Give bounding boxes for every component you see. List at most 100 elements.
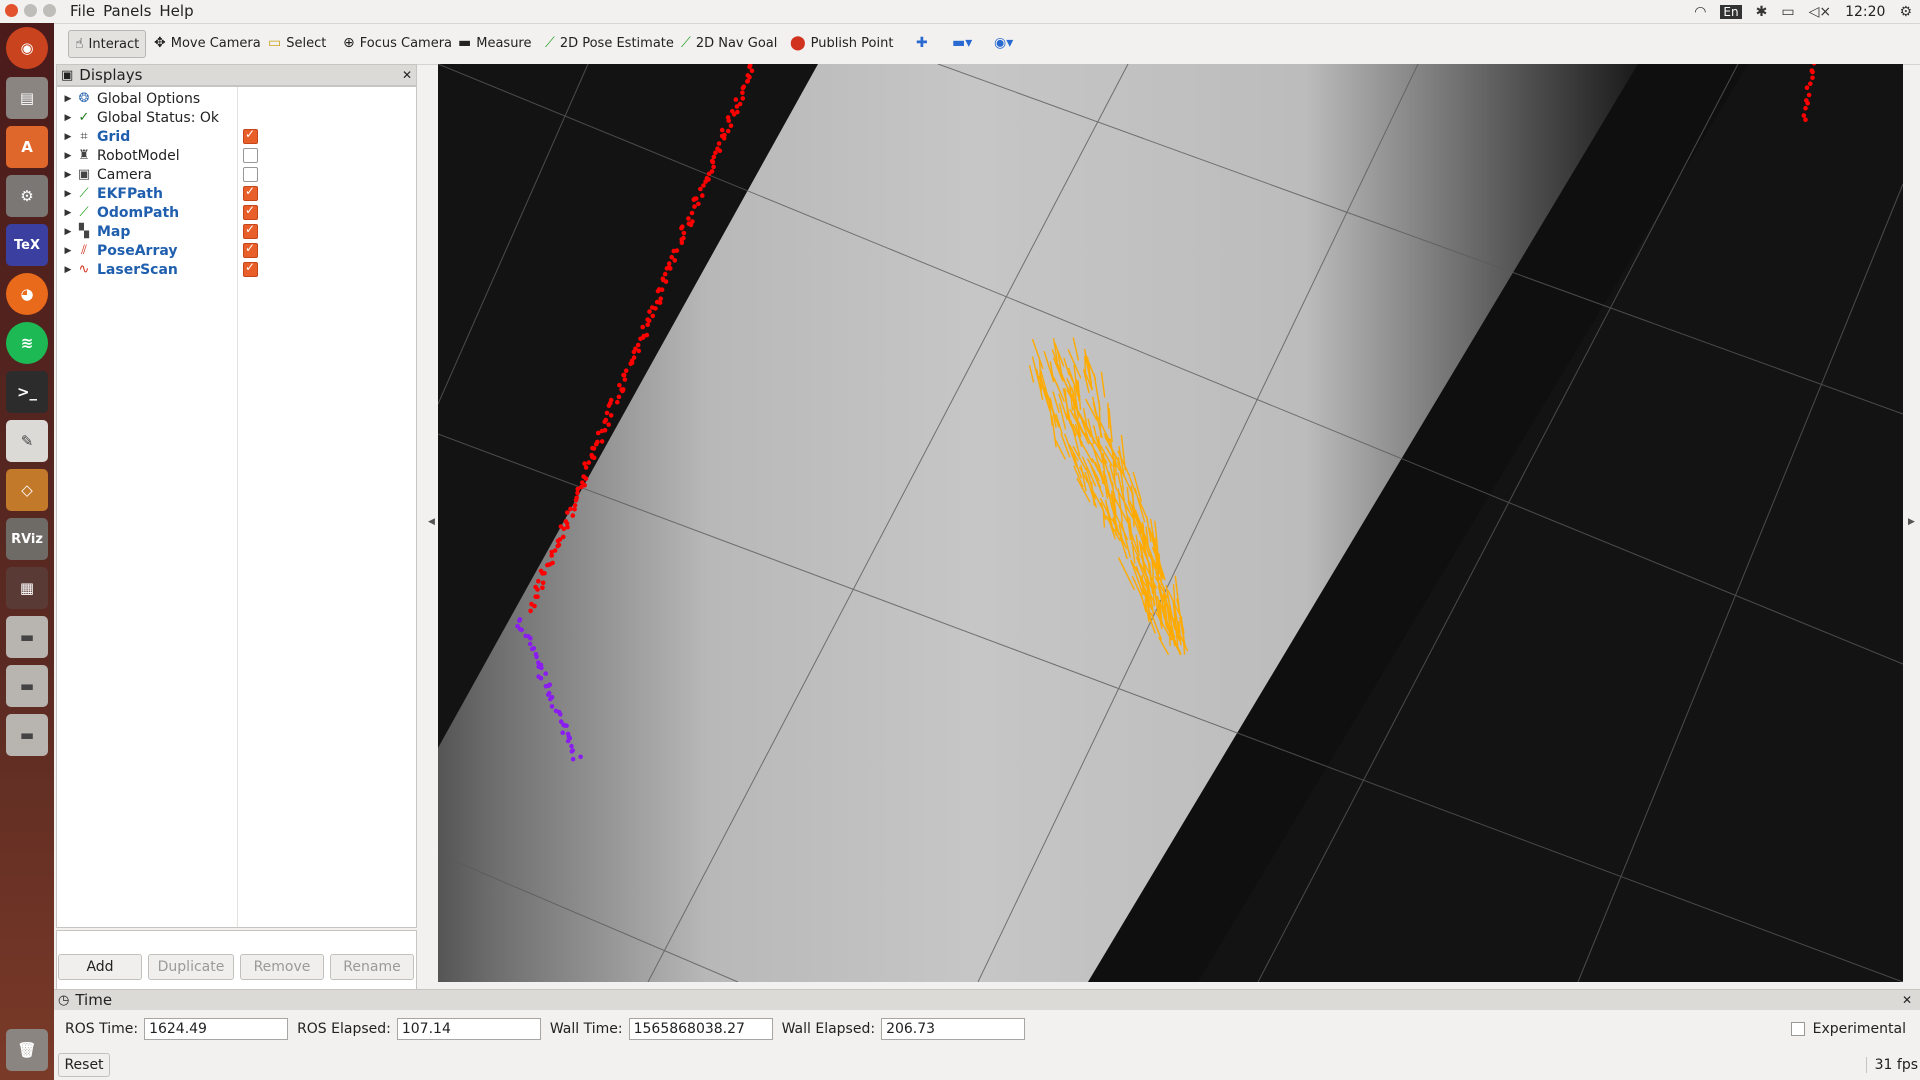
- display-item-odompath[interactable]: ▶ ⟋ OdomPath: [57, 203, 415, 222]
- select-tool-button[interactable]: ▭ Select: [262, 30, 332, 56]
- collapse-left-panel-handle[interactable]: ◀: [428, 517, 435, 527]
- display-item-global-status[interactable]: ▶ ✓ Global Status: Ok: [57, 108, 415, 127]
- laser-point: [543, 683, 549, 689]
- spotify-icon[interactable]: ≋: [6, 322, 48, 364]
- terminal-icon[interactable]: >_: [6, 371, 48, 413]
- nav-goal-tool-button[interactable]: ⟋ 2D Nav Goal: [675, 30, 783, 56]
- close-panel-icon[interactable]: ✕: [402, 68, 412, 82]
- collapse-right-panel-handle[interactable]: ▶: [1908, 517, 1915, 527]
- map-visualization[interactable]: [438, 64, 1903, 982]
- laser-point: [565, 738, 571, 744]
- hand-icon: ☝: [75, 36, 84, 52]
- expand-arrow-icon[interactable]: ▶: [61, 208, 75, 218]
- view-options-button[interactable]: ◉▾: [988, 30, 1019, 56]
- bluetooth-icon[interactable]: ✱: [1756, 4, 1768, 20]
- firefox-icon[interactable]: ◕: [6, 273, 48, 315]
- expand-arrow-icon[interactable]: ▶: [61, 189, 75, 199]
- expand-arrow-icon[interactable]: ▶: [61, 227, 75, 237]
- texmaker-icon[interactable]: TeX: [6, 224, 48, 266]
- expand-arrow-icon[interactable]: ▶: [61, 170, 75, 180]
- expand-arrow-icon[interactable]: ▶: [61, 265, 75, 275]
- expand-arrow-icon[interactable]: ▶: [61, 246, 75, 256]
- duplicate-button[interactable]: Duplicate: [148, 954, 234, 980]
- menu-panels[interactable]: Panels: [103, 0, 159, 23]
- interact-tool-button[interactable]: ☝ Interact: [68, 30, 147, 58]
- 3d-render-view[interactable]: [438, 64, 1903, 982]
- drive-icon-2[interactable]: ▬: [6, 665, 48, 707]
- text-editor-icon[interactable]: ✎: [6, 420, 48, 462]
- display-item-ekfpath[interactable]: ▶ ⟋ EKFPath: [57, 184, 415, 203]
- remove-button[interactable]: Remove: [240, 954, 324, 980]
- select-label: Select: [286, 35, 327, 51]
- grid-checkbox[interactable]: [243, 127, 258, 144]
- laser-point: [700, 193, 705, 198]
- measure-label: Measure: [476, 35, 532, 51]
- ruler-icon: ▬: [458, 35, 472, 51]
- displays-panel-header: ▣ Displays ✕: [56, 64, 417, 86]
- focus-camera-tool-button[interactable]: ⊕ Focus Camera: [337, 30, 458, 56]
- display-item-posearray[interactable]: ▶ ⫽ PoseArray: [57, 241, 415, 260]
- posearray-checkbox[interactable]: [243, 241, 258, 258]
- ubuntu-dash-icon[interactable]: ◉: [6, 27, 48, 69]
- menu-file[interactable]: File: [70, 0, 103, 23]
- expand-arrow-icon[interactable]: ▶: [61, 113, 75, 123]
- laser-point: [658, 296, 663, 301]
- ros-time-field[interactable]: 1624.49: [144, 1018, 289, 1040]
- settings-icon[interactable]: ⚙: [6, 175, 48, 217]
- pose-estimate-tool-button[interactable]: ⟋ 2D Pose Estimate: [539, 30, 680, 56]
- ros-elapsed-field[interactable]: 107.14: [396, 1018, 541, 1040]
- laserscan-checkbox[interactable]: [243, 260, 258, 277]
- laser-point: [558, 712, 563, 717]
- laser-point: [517, 617, 523, 622]
- battery-icon[interactable]: ▭: [1781, 4, 1794, 20]
- measure-tool-button[interactable]: ▬ Measure: [452, 30, 537, 56]
- wall-time-field[interactable]: 1565868038.27: [628, 1018, 773, 1040]
- move-camera-tool-button[interactable]: ✥ Move Camera: [148, 30, 267, 56]
- wall-elapsed-field[interactable]: 206.73: [881, 1018, 1026, 1040]
- display-item-grid[interactable]: ▶ ⌗ Grid: [57, 127, 415, 146]
- menu-help[interactable]: Help: [159, 0, 201, 23]
- laser-point: [1803, 117, 1808, 122]
- rviz-icon[interactable]: RViz: [6, 518, 48, 560]
- maximize-window-icon[interactable]: [43, 4, 56, 17]
- minimize-window-icon[interactable]: [24, 4, 37, 17]
- wifi-icon[interactable]: ◠: [1694, 4, 1706, 20]
- display-item-global-options[interactable]: ▶ ❂ Global Options: [57, 89, 415, 108]
- camera-checkbox[interactable]: [243, 167, 258, 182]
- drive-icon-3[interactable]: ▬: [6, 714, 48, 756]
- laser-point: [1810, 69, 1815, 75]
- map-checkbox[interactable]: [243, 222, 258, 239]
- robotmodel-checkbox[interactable]: [243, 148, 258, 163]
- expand-arrow-icon[interactable]: ▶: [61, 94, 75, 104]
- ekfpath-checkbox[interactable]: [243, 184, 258, 201]
- display-item-camera[interactable]: ▶ ▣ Camera: [57, 165, 415, 184]
- expand-arrow-icon[interactable]: ▶: [61, 151, 75, 161]
- reset-button[interactable]: Reset: [58, 1053, 110, 1077]
- rename-button[interactable]: Rename: [330, 954, 414, 980]
- remove-tool-button[interactable]: ▬▾: [946, 30, 978, 56]
- files-icon[interactable]: ▤: [6, 77, 48, 119]
- laser-point: [623, 368, 629, 374]
- volume-icon[interactable]: ◁×: [1809, 4, 1832, 20]
- gear-icon[interactable]: ⚙: [1899, 4, 1912, 20]
- expand-arrow-icon[interactable]: ▶: [61, 132, 75, 142]
- drive-icon-1[interactable]: ▬: [6, 616, 48, 658]
- close-time-panel-icon[interactable]: ✕: [1902, 993, 1912, 1007]
- grid-icon: ⌗: [80, 129, 88, 144]
- add-tool-button[interactable]: ✚: [910, 30, 934, 56]
- display-item-map[interactable]: ▶ ▚ Map: [57, 222, 415, 241]
- odompath-checkbox[interactable]: [243, 203, 258, 220]
- display-item-laserscan[interactable]: ▶ ∿ LaserScan: [57, 260, 415, 279]
- publish-point-tool-button[interactable]: ⬤ Publish Point: [784, 30, 899, 56]
- close-window-icon[interactable]: [5, 4, 18, 17]
- display-item-robotmodel[interactable]: ▶ ♜ RobotModel: [57, 146, 415, 165]
- workspace-switcher-icon[interactable]: ▦: [6, 567, 48, 609]
- software-center-icon[interactable]: A: [6, 126, 48, 168]
- trash-icon[interactable]: 🗑: [6, 1029, 48, 1071]
- laser-point: [547, 562, 553, 567]
- keyboard-layout-indicator[interactable]: En: [1720, 4, 1742, 19]
- experimental-checkbox[interactable]: [1790, 1022, 1805, 1036]
- add-button[interactable]: Add: [58, 954, 142, 980]
- clock[interactable]: 12:20: [1845, 4, 1885, 20]
- virtualbox-icon[interactable]: ◇: [6, 469, 48, 511]
